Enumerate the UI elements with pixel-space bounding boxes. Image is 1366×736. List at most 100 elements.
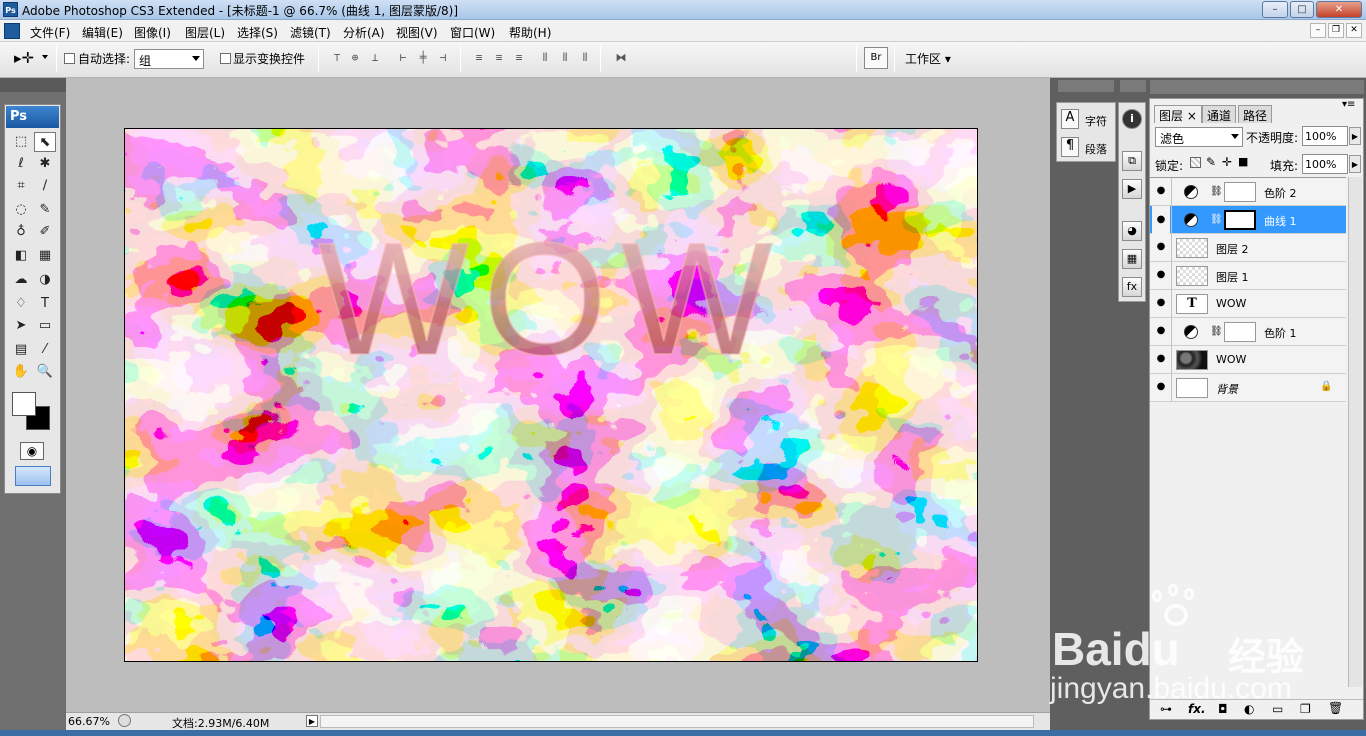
fill-arrow-icon[interactable]: ▶ xyxy=(1349,155,1361,173)
workspace-menu[interactable]: 工作区 ▾ xyxy=(905,50,951,67)
doc-restore-button[interactable]: ❐ xyxy=(1328,23,1344,38)
align-right-icon[interactable]: ⊣ xyxy=(434,50,452,66)
distribute-top-icon[interactable]: ≡ xyxy=(470,50,488,66)
visibility-eye-icon[interactable]: ● xyxy=(1154,353,1168,365)
horizontal-scrollbar[interactable] xyxy=(320,715,1034,728)
info-icon[interactable]: i xyxy=(1122,109,1142,129)
layer-row[interactable]: ● ⛓ 色阶 2 xyxy=(1150,178,1346,206)
menu-analysis[interactable]: 分析(A) xyxy=(343,24,385,41)
move-tool-preset-icon[interactable]: ▸✛ xyxy=(14,49,34,67)
layer-mask-thumbnail[interactable] xyxy=(1224,210,1256,230)
ps-badge[interactable]: Ps xyxy=(6,106,59,128)
visibility-eye-icon[interactable]: ● xyxy=(1154,325,1168,337)
lock-position-icon[interactable]: ✛ xyxy=(1222,155,1232,169)
layers-scrollbar[interactable] xyxy=(1348,177,1362,687)
swatches-icon[interactable]: ◕ xyxy=(1122,221,1142,241)
menu-help[interactable]: 帮助(H) xyxy=(509,24,551,41)
type-tool-icon[interactable]: T xyxy=(34,294,56,314)
menu-image[interactable]: 图像(I) xyxy=(134,24,171,41)
status-menu-arrow-icon[interactable]: ▶ xyxy=(306,715,318,727)
actions-icon[interactable]: ▶ xyxy=(1122,179,1142,199)
eyedropper-tool-icon[interactable]: ⁄ xyxy=(34,340,56,360)
visibility-eye-icon[interactable]: ● xyxy=(1154,381,1168,393)
icon-dock-header[interactable] xyxy=(1120,80,1146,92)
blend-mode-dropdown[interactable]: 滤色 xyxy=(1155,127,1243,147)
layer-row[interactable]: ● T WOW xyxy=(1150,290,1346,318)
history-brush-icon[interactable]: ✐ xyxy=(34,222,56,242)
menu-layer[interactable]: 图层(L) xyxy=(185,24,225,41)
distribute-vcenter-icon[interactable]: ≡ xyxy=(490,50,508,66)
app-menu-icon[interactable] xyxy=(4,23,20,39)
hand-tool-icon[interactable]: ✋ xyxy=(10,362,32,382)
layer-row[interactable]: ● ⛓ 色阶 1 xyxy=(1150,318,1346,346)
distribute-hcenter-icon[interactable]: ⦀ xyxy=(556,50,574,66)
menu-select[interactable]: 选择(S) xyxy=(237,24,278,41)
doc-minimize-button[interactable]: – xyxy=(1310,23,1326,38)
lock-all-icon[interactable]: ■ xyxy=(1238,155,1248,168)
eraser-tool-icon[interactable]: ◧ xyxy=(10,246,32,266)
layer-mask-thumbnail[interactable] xyxy=(1224,322,1256,342)
dodge-tool-icon[interactable]: ◑ xyxy=(34,270,56,290)
chevron-down-icon[interactable] xyxy=(42,55,48,59)
zoom-value[interactable]: 66.67% xyxy=(68,715,110,728)
visibility-eye-icon[interactable]: ● xyxy=(1152,206,1170,234)
clone-stamp-icon[interactable]: ♁ xyxy=(10,222,32,242)
paragraph-label[interactable]: 段落 xyxy=(1085,141,1107,157)
menu-filter[interactable]: 滤镜(T) xyxy=(290,24,331,41)
visibility-eye-icon[interactable]: ● xyxy=(1154,297,1168,309)
panel-menu-icon[interactable]: ▾≡ xyxy=(1342,99,1355,110)
align-left-icon[interactable]: ⊢ xyxy=(394,50,412,66)
toolbox-header[interactable] xyxy=(0,78,66,92)
visibility-eye-icon[interactable]: ● xyxy=(1154,269,1168,281)
menu-edit[interactable]: 编辑(E) xyxy=(82,24,123,41)
layer-name[interactable]: WOW xyxy=(1216,297,1246,310)
tab-channels[interactable]: 通道 xyxy=(1202,105,1237,123)
minimize-button[interactable]: – xyxy=(1262,1,1288,18)
layer-name[interactable]: 色阶 1 xyxy=(1264,325,1297,341)
distribute-bottom-icon[interactable]: ≡ xyxy=(510,50,528,66)
trash-icon[interactable]: 🗑 xyxy=(1328,701,1343,715)
text-layer-icon[interactable]: T xyxy=(1176,294,1208,314)
brush-tool-icon[interactable]: ✎ xyxy=(34,200,56,220)
foreground-color-swatch[interactable] xyxy=(12,392,36,416)
lock-pixels-icon[interactable]: ✎ xyxy=(1206,155,1216,169)
char-dock-header[interactable] xyxy=(1058,80,1114,92)
marquee-tool-icon[interactable]: ⬚ xyxy=(10,132,32,152)
new-layer-icon[interactable]: ❐ xyxy=(1300,702,1311,716)
menu-view[interactable]: 视图(V) xyxy=(396,24,438,41)
notes-tool-icon[interactable]: ▤ xyxy=(10,340,32,360)
auto-select-checkbox[interactable] xyxy=(64,53,75,64)
opacity-arrow-icon[interactable]: ▶ xyxy=(1349,127,1361,145)
slice-tool-icon[interactable]: ∕ xyxy=(34,176,56,196)
bridge-icon[interactable]: Br xyxy=(864,47,888,69)
close-icon[interactable]: × xyxy=(1187,109,1197,123)
visibility-eye-icon[interactable]: ● xyxy=(1154,185,1168,197)
doc-close-button[interactable]: ✕ xyxy=(1346,23,1362,38)
tab-layers[interactable]: 图层 × xyxy=(1154,105,1202,123)
grid-swatch-icon[interactable]: ▦ xyxy=(1122,249,1142,269)
history-icon[interactable]: ⧉ xyxy=(1122,151,1142,171)
menu-window[interactable]: 窗口(W) xyxy=(450,24,495,41)
layer-thumbnail[interactable] xyxy=(1176,350,1208,370)
layer-row[interactable]: ● 背景 🔒 xyxy=(1150,374,1346,402)
link-chain-icon[interactable]: ⛓ xyxy=(1210,186,1223,197)
align-bottom-icon[interactable]: ⊥ xyxy=(366,50,384,66)
menu-file[interactable]: 文件(F) xyxy=(30,24,70,41)
layer-row[interactable]: ● WOW xyxy=(1150,346,1346,374)
layer-thumbnail[interactable] xyxy=(1176,378,1208,398)
maximize-button[interactable]: □ xyxy=(1290,1,1314,18)
layer-name[interactable]: 图层 1 xyxy=(1216,269,1249,285)
layer-thumbnail[interactable] xyxy=(1176,238,1208,258)
screen-mode-icon[interactable] xyxy=(15,466,51,486)
paragraph-icon[interactable]: ¶ xyxy=(1061,137,1079,157)
shape-tool-icon[interactable]: ▭ xyxy=(34,316,56,336)
layer-row[interactable]: ● ⛓ 曲线 1 xyxy=(1150,206,1346,234)
show-transform-checkbox[interactable] xyxy=(220,53,231,64)
lock-transparent-icon[interactable] xyxy=(1190,157,1201,168)
document-canvas[interactable]: WOW xyxy=(124,128,978,662)
tab-paths[interactable]: 路径 xyxy=(1238,105,1273,123)
link-chain-icon[interactable]: ⛓ xyxy=(1210,214,1223,225)
layer-row[interactable]: ● 图层 1 xyxy=(1150,262,1346,290)
link-chain-icon[interactable]: ⛓ xyxy=(1210,326,1223,337)
magic-wand-tool-icon[interactable]: ✱ xyxy=(34,154,56,174)
